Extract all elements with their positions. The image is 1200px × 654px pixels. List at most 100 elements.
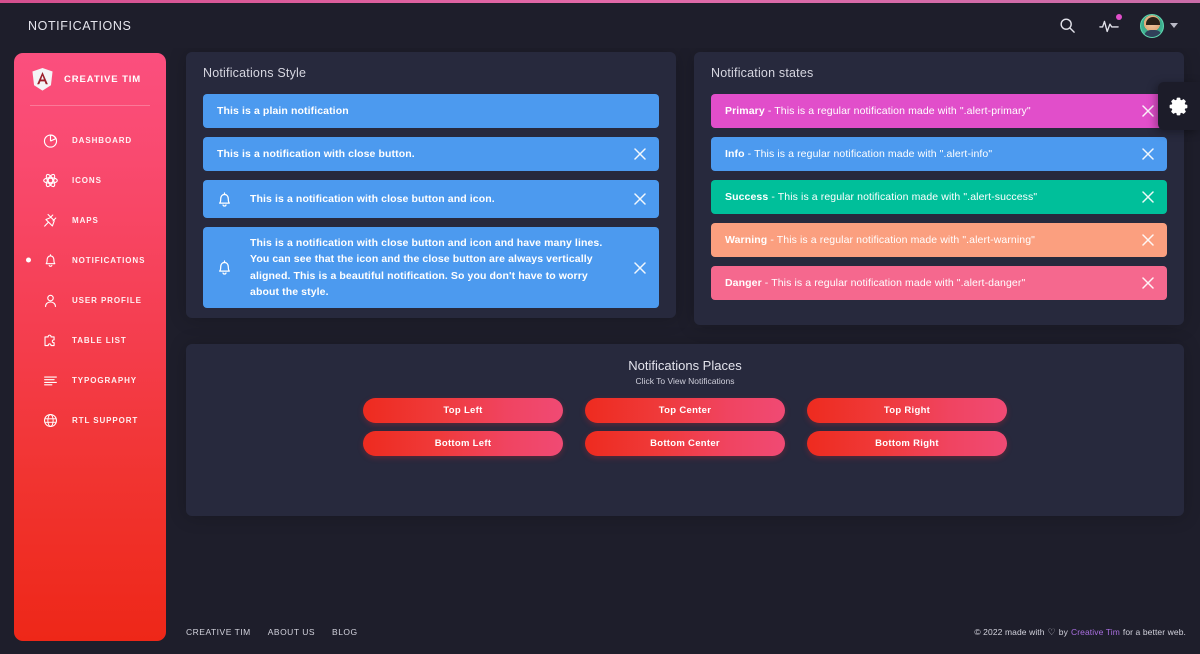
settings-panel-toggle[interactable] [1158,82,1200,130]
alert-message: This is a notification with close button… [250,235,615,300]
alert-with-close: This is a notification with close button… [203,137,659,171]
footer-copy-suffix: for a better web. [1123,627,1186,637]
places-button-grid: Top Left Top Center Top Right Bottom Lef… [203,398,1167,456]
search-button[interactable] [1056,15,1078,37]
sidebar-item-notifications[interactable]: NOTIFICATIONS [14,240,166,280]
bell-icon [213,188,235,210]
alert-state-label: Warning [725,234,767,246]
close-icon[interactable] [1141,190,1155,204]
close-icon[interactable] [1141,276,1155,290]
footer-link-about-us[interactable]: ABOUT US [268,627,315,637]
sidebar-item-label: TABLE LIST [72,336,127,345]
footer-link-creative-tim[interactable]: CREATIVE TIM [186,627,251,637]
alert-warning: Warning - This is a regular notification… [711,223,1167,257]
sidebar-brand-label: CREATIVE TIM [64,74,141,85]
alert-danger: Danger - This is a regular notification … [711,266,1167,300]
heart-icon: ♡ [1048,627,1056,638]
alert-success: Success - This is a regular notification… [711,180,1167,214]
sidebar-item-label: DASHBOARD [72,136,132,145]
pulse-activity-icon [1099,18,1119,34]
bell-icon [213,257,235,279]
alert-state-label: Info [725,148,745,160]
gear-icon [1169,96,1189,116]
app-root: NOTIFICATIONS [0,0,1200,654]
activity-button[interactable] [1098,15,1120,37]
sidebar: CREATIVE TIM DASHBOARD [14,53,166,641]
sidebar-item-dashboard[interactable]: DASHBOARD [14,120,166,160]
alert-state-label: Danger [725,277,762,289]
sidebar-brand[interactable]: CREATIVE TIM [14,53,166,105]
alert-state-text: - This is a regular notification made wi… [771,191,1037,203]
sidebar-menu: DASHBOARD ICONS [14,118,166,440]
sidebar-item-label: NOTIFICATIONS [72,256,145,265]
alert-state-text: - This is a regular notification made wi… [768,105,1031,117]
alert-primary: Primary - This is a regular notification… [711,94,1167,128]
notification-badge-dot [1116,14,1122,20]
sidebar-divider [30,105,150,106]
sidebar-item-label: RTL SUPPORT [72,416,138,425]
footer-copy-prefix: © 2022 made with [974,627,1044,637]
notifications-style-card: Notifications Style This is a plain noti… [186,52,676,318]
alert-multiline: This is a notification with close button… [203,227,659,308]
alert-message: This is a notification with close button… [217,146,621,162]
alert-state-text: - This is a regular notification made wi… [770,234,1035,246]
place-button-top-right[interactable]: Top Right [807,398,1007,423]
active-item-indicator [26,258,31,263]
sidebar-item-table-list[interactable]: TABLE LIST [14,320,166,360]
close-icon[interactable] [633,192,647,206]
puzzle-table-list-icon [41,331,59,349]
alert-message: This is a plain notification [217,103,621,119]
style-alert-list: This is a plain notification This is a n… [203,94,659,308]
footer-links: CREATIVE TIM ABOUT US BLOG [186,627,358,637]
place-button-top-left[interactable]: Top Left [363,398,563,423]
alert-plain: This is a plain notification [203,94,659,128]
sidebar-item-label: ICONS [72,176,102,185]
avatar [1140,14,1164,38]
alert-state-label: Primary [725,105,765,117]
sidebar-item-icons[interactable]: ICONS [14,160,166,200]
dashboard-pie-icon [41,131,59,149]
close-icon[interactable] [1141,104,1155,118]
alert-state-label: Success [725,191,768,203]
place-button-bottom-right[interactable]: Bottom Right [807,431,1007,456]
sidebar-item-maps[interactable]: MAPS [14,200,166,240]
pin-maps-icon [41,211,59,229]
sidebar-item-label: USER PROFILE [72,296,142,305]
page-loading-bar [0,0,1200,3]
footer-copy-by: by [1059,627,1068,637]
close-icon[interactable] [1141,233,1155,247]
place-button-bottom-left[interactable]: Bottom Left [363,431,563,456]
top-navbar: NOTIFICATIONS [0,3,1200,48]
notifications-style-title: Notifications Style [203,66,659,80]
sidebar-item-user-profile[interactable]: USER PROFILE [14,280,166,320]
sidebar-item-rtl-support[interactable]: RTL SUPPORT [14,400,166,440]
close-icon[interactable] [633,147,647,161]
alert-info: Info - This is a regular notification ma… [711,137,1167,171]
bell-notifications-icon [41,251,59,269]
sidebar-item-typography[interactable]: TYPOGRAPHY [14,360,166,400]
notification-states-card: Notification states Primary - This is a … [694,52,1184,325]
footer-brand-link[interactable]: Creative Tim [1071,627,1120,637]
footer-copyright: © 2022 made with ♡ by Creative Tim for a… [974,627,1186,638]
close-icon[interactable] [1141,147,1155,161]
places-title: Notifications Places [203,358,1167,373]
alert-state-text: - This is a regular notification made wi… [765,277,1026,289]
place-button-top-center[interactable]: Top Center [585,398,785,423]
page-title: NOTIFICATIONS [28,19,131,33]
footer: CREATIVE TIM ABOUT US BLOG © 2022 made w… [186,622,1186,642]
sidebar-item-label: TYPOGRAPHY [72,376,137,385]
chevron-down-icon [1170,23,1178,28]
place-button-bottom-center[interactable]: Bottom Center [585,431,785,456]
user-menu-button[interactable] [1140,14,1178,38]
sidebar-item-label: MAPS [72,216,99,225]
places-header: Notifications Places Click To View Notif… [203,358,1167,386]
footer-link-blog[interactable]: BLOG [332,627,358,637]
notification-states-title: Notification states [711,66,1167,80]
navbar-actions [1056,14,1178,38]
atom-icons-icon [41,171,59,189]
alert-message: This is a notification with close button… [250,191,621,207]
close-icon[interactable] [633,261,647,275]
places-subtitle: Click To View Notifications [203,376,1167,386]
globe-rtl-icon [41,411,59,429]
notifications-places-card: Notifications Places Click To View Notif… [186,344,1184,516]
